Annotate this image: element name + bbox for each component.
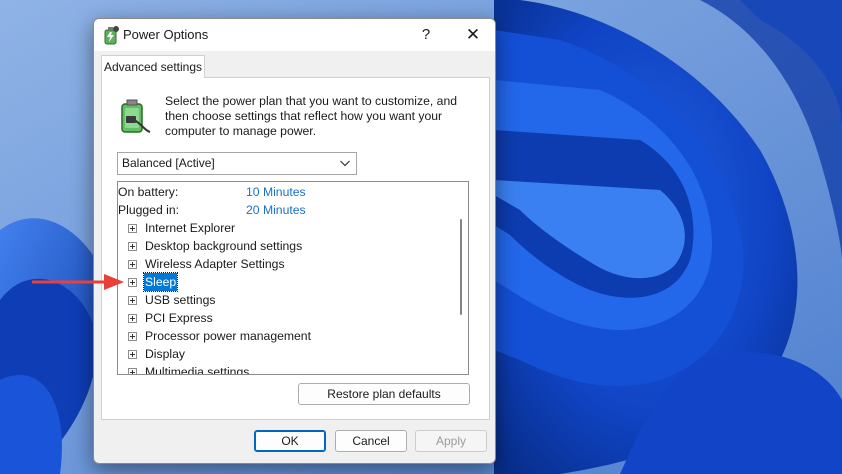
sub-setting-label: Plugged in: — [118, 203, 179, 217]
chevron-down-icon — [340, 160, 350, 167]
power-plan-value: Balanced [Active] — [122, 156, 215, 170]
scrollbar-thumb[interactable] — [460, 219, 462, 315]
tree-item-label: Sleep — [142, 272, 179, 292]
tree-item-label: Processor power management — [145, 329, 311, 343]
description-text: Select the power plan that you want to c… — [165, 94, 457, 138]
tree-item-label: USB settings — [145, 293, 216, 307]
tree-item-wireless-adapter-settings[interactable]: Wireless Adapter Settings — [118, 255, 456, 273]
sub-setting-value[interactable]: 20 Minutes — [246, 201, 306, 219]
plus-box-icon[interactable] — [128, 332, 137, 341]
tree-item-pci-express[interactable]: PCI Express — [118, 309, 456, 327]
apply-button: Apply — [415, 430, 487, 452]
plus-box-icon[interactable] — [128, 278, 137, 287]
power-options-dialog: Power Options ? ✕ Advanced settings Sele… — [93, 18, 496, 464]
plus-box-icon[interactable] — [128, 314, 137, 323]
plus-box-icon[interactable] — [128, 224, 137, 233]
tree-item-label: Desktop background settings — [145, 239, 303, 253]
sub-setting-label: On battery: — [118, 185, 179, 199]
plus-box-icon[interactable] — [128, 350, 137, 359]
tab-advanced-settings[interactable]: Advanced settings — [101, 55, 205, 78]
sub-setting-row: Plugged in: 20 Minutes — [118, 201, 456, 219]
tree-item-label: Internet Explorer — [145, 221, 236, 235]
tree-item-label: PCI Express — [145, 311, 213, 325]
annotation-arrow-icon — [32, 274, 124, 290]
tree-item-sleep[interactable]: Sleep — [118, 272, 456, 292]
settings-tree[interactable]: On battery: 10 Minutes Plugged in: 20 Minut… — [117, 181, 469, 375]
tree-item-processor-power-management[interactable]: Processor power management — [118, 327, 456, 345]
plus-box-icon[interactable] — [128, 368, 137, 374]
tree-item-display[interactable]: Display — [118, 345, 456, 363]
tree-item-label: Multimedia settings — [145, 365, 250, 374]
ok-button[interactable]: OK — [254, 430, 326, 452]
title-bar[interactable]: Power Options ? ✕ — [94, 19, 495, 51]
plus-box-icon[interactable] — [128, 260, 137, 269]
cancel-button[interactable]: Cancel — [335, 430, 407, 452]
tree-scrollbar[interactable] — [456, 182, 468, 374]
battery-plug-icon — [121, 99, 151, 133]
help-button[interactable]: ? — [410, 19, 442, 51]
tree-item-multimedia-settings[interactable]: Multimedia settings — [118, 363, 456, 374]
tree-item-label: Display — [145, 347, 185, 361]
close-button[interactable]: ✕ — [451, 19, 495, 51]
tree-item-desktop-background-settings[interactable]: Desktop background settings — [118, 237, 456, 255]
window-title: Power Options — [123, 27, 209, 42]
settings-tree-content: On battery: 10 Minutes Plugged in: 20 Minut… — [118, 182, 456, 374]
tree-item-label: Wireless Adapter Settings — [145, 257, 285, 271]
plus-box-icon[interactable] — [128, 296, 137, 305]
tree-item-usb-settings[interactable]: USB settings — [118, 291, 456, 309]
plus-box-icon[interactable] — [128, 242, 137, 251]
tree-item-internet-explorer[interactable]: Internet Explorer — [118, 219, 456, 237]
power-options-icon — [104, 26, 119, 45]
sub-setting-row: On battery: 10 Minutes — [118, 183, 456, 201]
sub-setting-value[interactable]: 10 Minutes — [246, 183, 306, 201]
power-plan-select[interactable]: Balanced [Active] — [117, 152, 357, 175]
restore-plan-defaults-button[interactable]: Restore plan defaults — [298, 383, 470, 405]
